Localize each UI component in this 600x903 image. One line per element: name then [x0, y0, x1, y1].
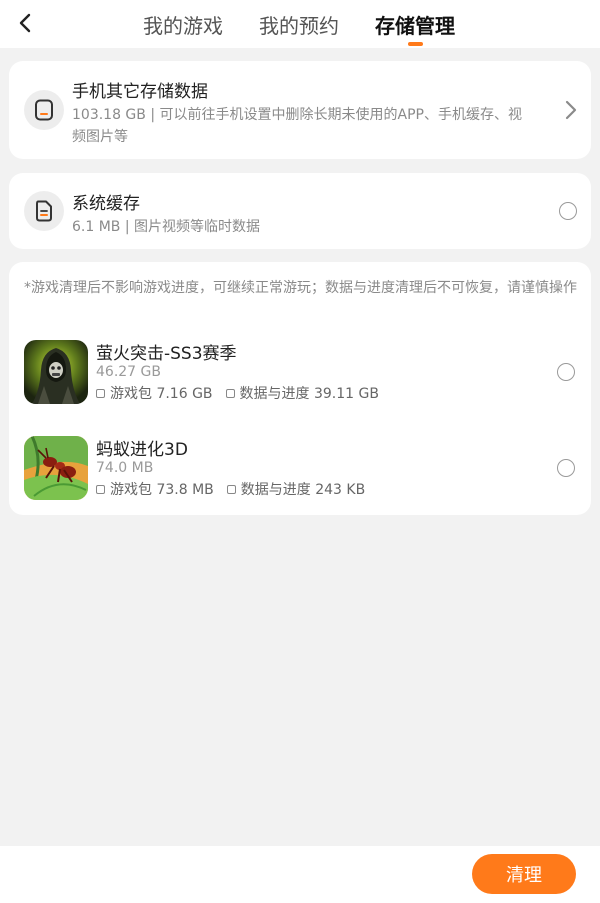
system-cache-card: 系统缓存 6.1 MB | 图片视频等临时数据 [9, 173, 591, 249]
game-package-label: 游戏包 73.8 MB [110, 482, 214, 498]
game-name: 萤火突击-SS3赛季 [96, 344, 237, 364]
games-clean-note: *游戏清理后不影响游戏进度，可继续正常游玩；数据与进度清理后不可恢复，请谨慎操作 [24, 280, 577, 296]
system-cache-icon-wrap [24, 191, 64, 231]
tab-storage-management[interactable]: 存储管理 [375, 10, 455, 39]
game-row[interactable]: 萤火突击-SS3赛季 46.27 GB 游戏包 7.16 GB 数据与进度 39… [9, 339, 591, 405]
game-select-radio[interactable] [557, 363, 575, 381]
other-storage-card[interactable]: 手机其它存储数据 103.18 GB | 可以前往手机设置中删除长期未使用的AP… [9, 61, 591, 159]
other-storage-title: 手机其它存储数据 [72, 82, 208, 102]
game-select-radio[interactable] [557, 459, 575, 477]
chevron-right-icon [565, 100, 577, 120]
game-icon-ant-evolution [24, 436, 88, 500]
game-package-checkbox[interactable] [96, 484, 105, 494]
tab-bar: 我的游戏 我的预约 存储管理 [0, 0, 600, 48]
tab-my-games[interactable]: 我的游戏 [143, 10, 223, 39]
game-data-checkbox[interactable] [226, 484, 236, 494]
game-data-label: 数据与进度 39.11 GB [239, 386, 379, 402]
bottom-action-bar: 清理 [0, 846, 600, 903]
other-storage-icon-wrap [24, 90, 64, 130]
system-cache-radio[interactable] [559, 202, 577, 220]
game-data-item[interactable]: 数据与进度 39.11 GB [225, 383, 379, 403]
game-size: 46.27 GB [96, 364, 161, 380]
tab-my-reservations[interactable]: 我的预约 [259, 10, 339, 39]
game-icon-firefly [24, 340, 88, 404]
game-size: 74.0 MB [96, 460, 154, 476]
game-row[interactable]: 蚂蚁进化3D 74.0 MB 游戏包 73.8 MB 数据与进度 243 KB [9, 435, 591, 501]
phone-icon [35, 99, 53, 121]
game-package-item[interactable]: 游戏包 7.16 GB [96, 383, 213, 403]
game-data-label: 数据与进度 243 KB [240, 482, 366, 498]
active-tab-indicator [408, 42, 423, 46]
game-details: 游戏包 7.16 GB 数据与进度 39.11 GB [96, 383, 392, 403]
system-cache-title: 系统缓存 [72, 194, 140, 214]
game-package-label: 游戏包 7.16 GB [110, 386, 213, 402]
games-storage-card: *游戏清理后不影响游戏进度，可继续正常游玩；数据与进度清理后不可恢复，请谨慎操作 [9, 262, 591, 515]
other-storage-description: 103.18 GB | 可以前往手机设置中删除长期未使用的APP、手机缓存、视频… [72, 107, 522, 145]
game-package-checkbox[interactable] [96, 388, 105, 398]
top-nav-bar: 我的游戏 我的预约 存储管理 [0, 0, 600, 48]
document-icon [36, 200, 52, 222]
system-cache-description: 6.1 MB | 图片视频等临时数据 [72, 219, 261, 235]
game-package-item[interactable]: 游戏包 73.8 MB [96, 479, 214, 499]
clean-button[interactable]: 清理 [472, 854, 576, 894]
game-data-item[interactable]: 数据与进度 243 KB [226, 479, 366, 499]
game-details: 游戏包 73.8 MB 数据与进度 243 KB [96, 479, 378, 499]
game-data-checkbox[interactable] [225, 388, 235, 398]
game-name: 蚂蚁进化3D [96, 440, 188, 460]
